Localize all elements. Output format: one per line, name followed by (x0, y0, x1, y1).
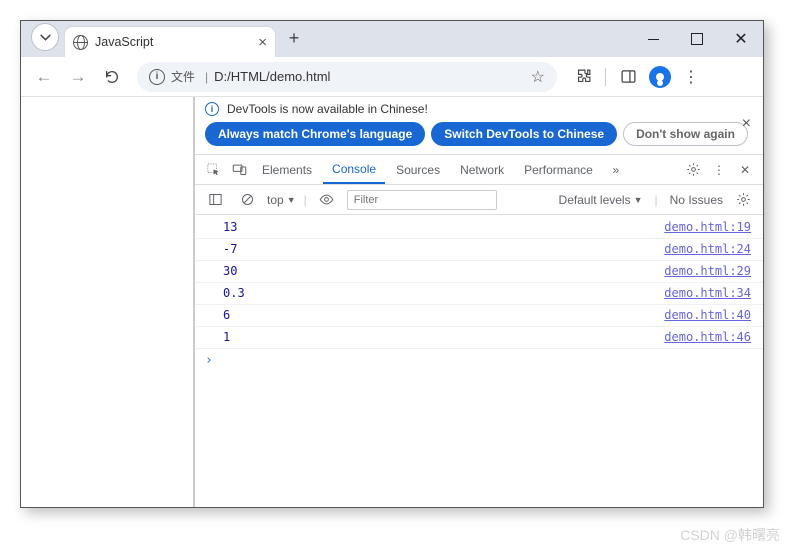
gear-icon (736, 192, 751, 207)
switch-language-button[interactable]: Switch DevTools to Chinese (431, 122, 617, 146)
window-close-button[interactable]: ✕ (719, 21, 763, 57)
devtools-tabs: Elements Console Sources Network Perform… (195, 155, 763, 185)
inspect-icon (206, 162, 221, 177)
avatar-icon (649, 66, 671, 88)
browser-tab[interactable]: JavaScript × (65, 27, 275, 57)
infobar-close-button[interactable]: × (742, 115, 751, 133)
nav-reload-button[interactable] (97, 62, 127, 92)
toolbar-actions: ⋮ (569, 63, 704, 91)
console-output: 13 demo.html:19 -7 demo.html:24 30 demo.html:… (195, 215, 763, 507)
language-buttons-row: Always match Chrome's language Switch De… (195, 118, 763, 155)
log-value: 30 (223, 263, 237, 280)
extensions-button[interactable] (569, 63, 597, 91)
more-tabs-button[interactable]: » (604, 163, 628, 177)
tab-title: JavaScript (95, 35, 153, 49)
log-value: -7 (223, 241, 237, 258)
log-value: 1 (223, 329, 230, 346)
log-source-link[interactable]: demo.html:29 (664, 263, 751, 280)
browser-menu-button[interactable]: ⋮ (678, 67, 704, 87)
log-value: 0.3 (223, 285, 245, 302)
globe-icon (73, 35, 88, 50)
tab-network[interactable]: Network (451, 155, 513, 184)
site-info-icon[interactable]: i (149, 69, 165, 85)
tab-close-button[interactable]: × (258, 34, 267, 51)
match-language-button[interactable]: Always match Chrome's language (205, 122, 425, 146)
devtools-panel: i DevTools is now available in Chinese! … (193, 97, 763, 507)
panel-icon (620, 68, 637, 85)
sidebar-icon (208, 192, 223, 207)
eye-icon (319, 192, 334, 207)
log-source-link[interactable]: demo.html:19 (664, 219, 751, 236)
clear-console-button[interactable] (235, 192, 259, 207)
profile-button[interactable] (646, 63, 674, 91)
window-controls: ✕ (631, 21, 763, 57)
tab-performance[interactable]: Performance (515, 155, 602, 184)
console-log-row: -7 demo.html:24 (195, 239, 763, 261)
gear-icon (686, 162, 701, 177)
watermark: CSDN @韩曙亮 (680, 525, 780, 545)
bookmark-star-icon[interactable]: ☆ (531, 67, 545, 87)
log-source-link[interactable]: demo.html:40 (664, 307, 751, 324)
console-log-row: 6 demo.html:40 (195, 305, 763, 327)
console-log-row: 0.3 demo.html:34 (195, 283, 763, 305)
log-source-link[interactable]: demo.html:24 (664, 241, 751, 258)
new-tab-button[interactable]: + (281, 25, 307, 51)
console-log-row: 13 demo.html:19 (195, 217, 763, 239)
console-log-row: 1 demo.html:46 (195, 327, 763, 349)
divider (605, 68, 606, 86)
log-value: 6 (223, 307, 230, 324)
log-value: 13 (223, 219, 237, 236)
chevron-down-icon (40, 32, 51, 43)
device-toolbar-button[interactable] (227, 162, 251, 177)
url-text: D:/HTML/demo.html (214, 69, 525, 84)
content-area: i DevTools is now available in Chinese! … (21, 97, 763, 507)
devtools-close-button[interactable]: ✕ (733, 163, 757, 177)
address-bar[interactable]: i 文件 | D:/HTML/demo.html ☆ (137, 62, 557, 92)
dismiss-language-button[interactable]: Don't show again (623, 122, 748, 146)
console-prompt[interactable]: › (195, 349, 763, 372)
reload-icon (104, 69, 120, 85)
info-icon: i (205, 102, 219, 116)
tab-sources[interactable]: Sources (387, 155, 449, 184)
side-panel-button[interactable] (614, 63, 642, 91)
console-toolbar: top ▼ | Default levels ▼ | No Issues (195, 185, 763, 215)
console-settings-button[interactable] (731, 192, 755, 207)
live-expression-button[interactable] (315, 192, 339, 207)
console-log-row: 30 demo.html:29 (195, 261, 763, 283)
titlebar: JavaScript × + ✕ (21, 21, 763, 57)
levels-label: Default levels (559, 193, 631, 207)
window-maximize-button[interactable] (675, 21, 719, 57)
url-scheme-label: 文件 (171, 68, 195, 85)
devtools-menu-button[interactable]: ⋮ (707, 163, 731, 177)
browser-toolbar: ← → i 文件 | D:/HTML/demo.html ☆ ⋮ (21, 57, 763, 97)
issues-label: No Issues (670, 193, 723, 207)
page-viewport (21, 97, 193, 507)
issues-button[interactable]: No Issues (670, 193, 723, 207)
clear-icon (240, 192, 255, 207)
window-minimize-button[interactable] (631, 21, 675, 57)
console-sidebar-toggle[interactable] (203, 192, 227, 207)
execution-context-selector[interactable]: top ▼ (267, 193, 296, 207)
infobar-text: DevTools is now available in Chinese! (227, 102, 428, 116)
log-source-link[interactable]: demo.html:34 (664, 285, 751, 302)
tab-search-button[interactable] (31, 23, 59, 51)
tab-console[interactable]: Console (323, 155, 385, 184)
tab-elements[interactable]: Elements (253, 155, 321, 184)
console-filter-input[interactable] (347, 190, 497, 210)
browser-window: JavaScript × + ✕ ← → i 文件 | D:/HTML/demo… (20, 20, 764, 508)
inspect-element-button[interactable] (201, 162, 225, 177)
log-levels-selector[interactable]: Default levels ▼ (559, 193, 643, 207)
devtools-settings-button[interactable] (681, 162, 705, 177)
nav-forward-button[interactable]: → (63, 62, 93, 92)
devices-icon (232, 162, 247, 177)
log-source-link[interactable]: demo.html:46 (664, 329, 751, 346)
devtools-infobar: i DevTools is now available in Chinese! … (195, 97, 763, 118)
context-label: top (267, 193, 284, 207)
nav-back-button[interactable]: ← (29, 62, 59, 92)
puzzle-icon (575, 68, 592, 85)
